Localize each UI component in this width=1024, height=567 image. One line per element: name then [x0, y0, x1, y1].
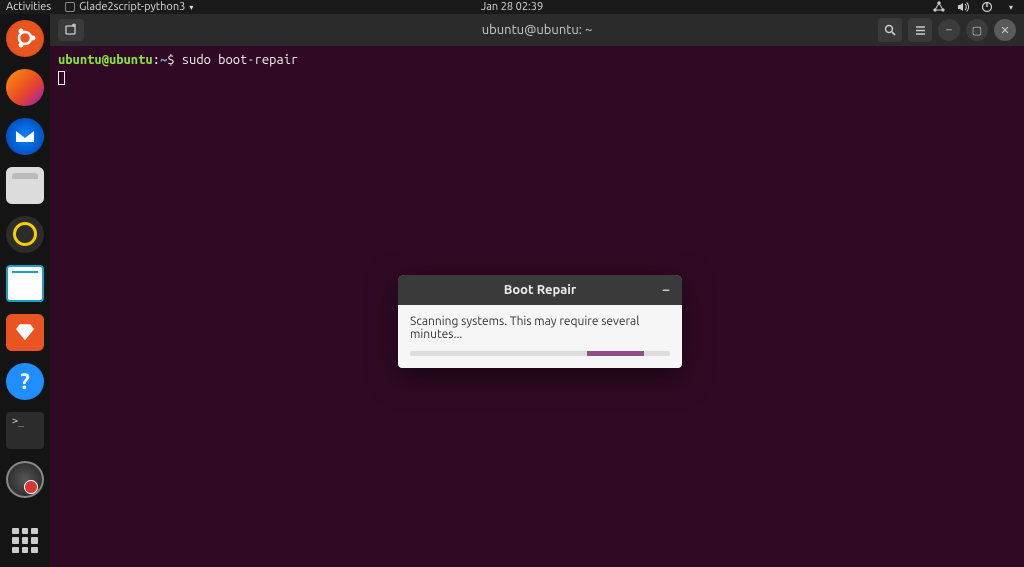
dock-firefox[interactable] [6, 69, 44, 106]
dialog-message: Scanning systems. This may require sever… [410, 315, 670, 341]
dock-rhythmbox[interactable] [6, 216, 44, 253]
maximize-button[interactable]: ▢ [966, 19, 988, 41]
new-tab-button[interactable] [58, 19, 84, 41]
close-button[interactable]: ✕ [994, 19, 1016, 41]
activities-button[interactable]: Activities [6, 1, 51, 13]
app-menu-icon [65, 2, 75, 12]
progress-bar [410, 351, 670, 356]
terminal-cursor-line [58, 70, 1016, 88]
menu-button[interactable] [908, 18, 932, 42]
cursor-icon [58, 71, 65, 85]
network-icon [932, 0, 946, 14]
app-menu-label: Glade2script-python3 [79, 1, 185, 13]
terminal-line: ubuntu@ubuntu:~$ sudo boot-repair [58, 52, 1016, 70]
dock-ubuntu-software[interactable] [6, 314, 44, 351]
prompt-sigil: $ [167, 53, 174, 67]
volume-icon [956, 0, 970, 14]
terminal-title: ubuntu@ubuntu: ~ [482, 23, 593, 37]
dock: ? [0, 14, 50, 567]
dialog-titlebar[interactable]: Boot Repair – [398, 275, 682, 305]
top-panel: Activities Glade2script-python3 ▾ Jan 28… [0, 0, 1024, 14]
clock[interactable]: Jan 28 02:39 [481, 1, 543, 13]
minimize-button[interactable]: – [938, 19, 960, 41]
dialog-title: Boot Repair [504, 283, 577, 297]
dialog-minimize-button[interactable]: – [658, 283, 674, 297]
power-icon [980, 0, 994, 14]
prompt-command: sudo boot-repair [182, 53, 298, 67]
show-applications[interactable] [6, 522, 44, 559]
dock-boot-repair[interactable] [6, 461, 44, 498]
app-menu[interactable]: Glade2script-python3 ▾ [65, 1, 193, 13]
dock-files[interactable] [6, 167, 44, 204]
prompt-host: ubuntu [109, 53, 153, 67]
chevron-down-icon: ▾ [189, 3, 193, 12]
progress-chunk [587, 351, 644, 356]
prompt-at: @ [102, 53, 109, 67]
dock-libreoffice-writer[interactable] [6, 265, 44, 302]
search-button[interactable] [878, 18, 902, 42]
dock-thunderbird[interactable] [6, 118, 44, 155]
dock-help[interactable]: ? [6, 363, 44, 400]
system-tray[interactable]: ▾ [932, 0, 1018, 14]
terminal-header: ubuntu@ubuntu: ~ – ▢ ✕ [50, 14, 1024, 46]
dock-ubuntu-dash[interactable] [6, 20, 44, 57]
chevron-down-icon: ▾ [1004, 0, 1018, 14]
dock-terminal[interactable] [6, 412, 44, 449]
prompt-colon: : [153, 53, 160, 67]
prompt-user: ubuntu [58, 53, 102, 67]
dialog-body: Scanning systems. This may require sever… [398, 305, 682, 368]
boot-repair-dialog: Boot Repair – Scanning systems. This may… [398, 275, 682, 368]
